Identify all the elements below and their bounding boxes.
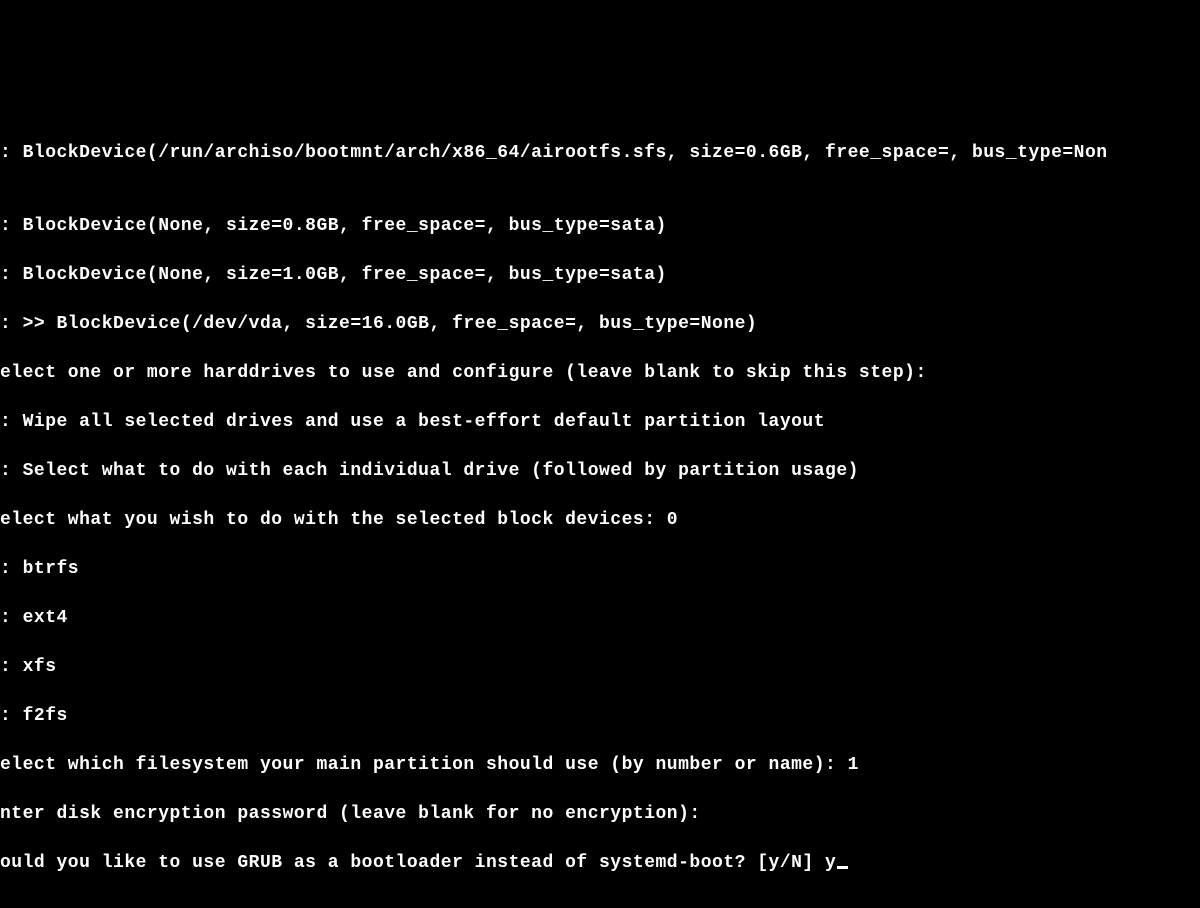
block-device-line-0: : BlockDevice(/run/archiso/bootmnt/arch/… xyxy=(0,141,1200,166)
filesystem-option-f2fs: : f2fs xyxy=(0,704,1200,729)
filesystem-option-btrfs: : btrfs xyxy=(0,557,1200,582)
encryption-password-prompt: nter disk encryption password (leave bla… xyxy=(0,802,1200,827)
block-device-line-3: : >> BlockDevice(/dev/vda, size=16.0GB, … xyxy=(0,312,1200,337)
select-individual-option-line: : Select what to do with each individual… xyxy=(0,459,1200,484)
block-device-line-1: : BlockDevice(None, size=0.8GB, free_spa… xyxy=(0,214,1200,239)
select-block-devices-prompt: elect what you wish to do with the selec… xyxy=(0,508,1200,533)
cursor-icon xyxy=(837,866,848,869)
wipe-option-line: : Wipe all selected drives and use a bes… xyxy=(0,410,1200,435)
select-filesystem-prompt: elect which filesystem your main partiti… xyxy=(0,753,1200,778)
bootloader-prompt-text: ould you like to use GRUB as a bootloade… xyxy=(0,853,825,873)
terminal-output[interactable]: : BlockDevice(/run/archiso/bootmnt/arch/… xyxy=(0,116,1200,900)
select-harddrive-prompt: elect one or more harddrives to use and … xyxy=(0,361,1200,386)
filesystem-option-xfs: : xfs xyxy=(0,655,1200,680)
bootloader-prompt-line: ould you like to use GRUB as a bootloade… xyxy=(0,851,1200,876)
filesystem-option-ext4: : ext4 xyxy=(0,606,1200,631)
block-device-line-2: : BlockDevice(None, size=1.0GB, free_spa… xyxy=(0,263,1200,288)
user-input[interactable]: y xyxy=(825,853,836,873)
